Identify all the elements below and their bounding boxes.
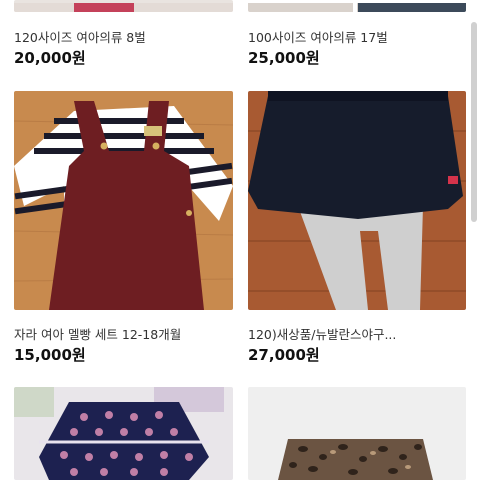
leopard-skirt-photo-icon bbox=[248, 387, 466, 480]
polka-skirt-photo-icon bbox=[14, 387, 233, 480]
product-price-3: 15,000원 bbox=[14, 346, 86, 364]
product-price-1: 20,000원 bbox=[14, 49, 86, 67]
product-image-4[interactable] bbox=[248, 91, 466, 310]
product-title-2: 100사이즈 여아의류 17벌 bbox=[248, 30, 388, 45]
product-image-1[interactable] bbox=[14, 0, 233, 12]
product-title-4: 120)새상품/뉴발란스야구... bbox=[248, 327, 397, 342]
product-price-4: 27,000원 bbox=[248, 346, 320, 364]
scrollbar-thumb[interactable] bbox=[471, 22, 477, 222]
product-image-6[interactable] bbox=[248, 387, 466, 480]
product-title-3: 자라 여아 멜빵 세트 12-18개월 bbox=[14, 327, 182, 342]
product-title-1: 120사이즈 여아의류 8벌 bbox=[14, 30, 146, 45]
skirt-leggings-photo-icon bbox=[248, 91, 466, 310]
clothing-photo-icon bbox=[14, 3, 233, 12]
product-image-5[interactable] bbox=[14, 387, 233, 480]
overall-dress-photo-icon bbox=[14, 91, 233, 310]
product-price-2: 25,000원 bbox=[248, 49, 320, 67]
product-grid: 120사이즈 여아의류 8벌 20,000원 100사이즈 여아의류 17벌 2… bbox=[0, 0, 480, 480]
clothing-photo-icon bbox=[248, 3, 466, 12]
product-image-2[interactable] bbox=[248, 0, 466, 12]
product-image-3[interactable] bbox=[14, 91, 233, 310]
